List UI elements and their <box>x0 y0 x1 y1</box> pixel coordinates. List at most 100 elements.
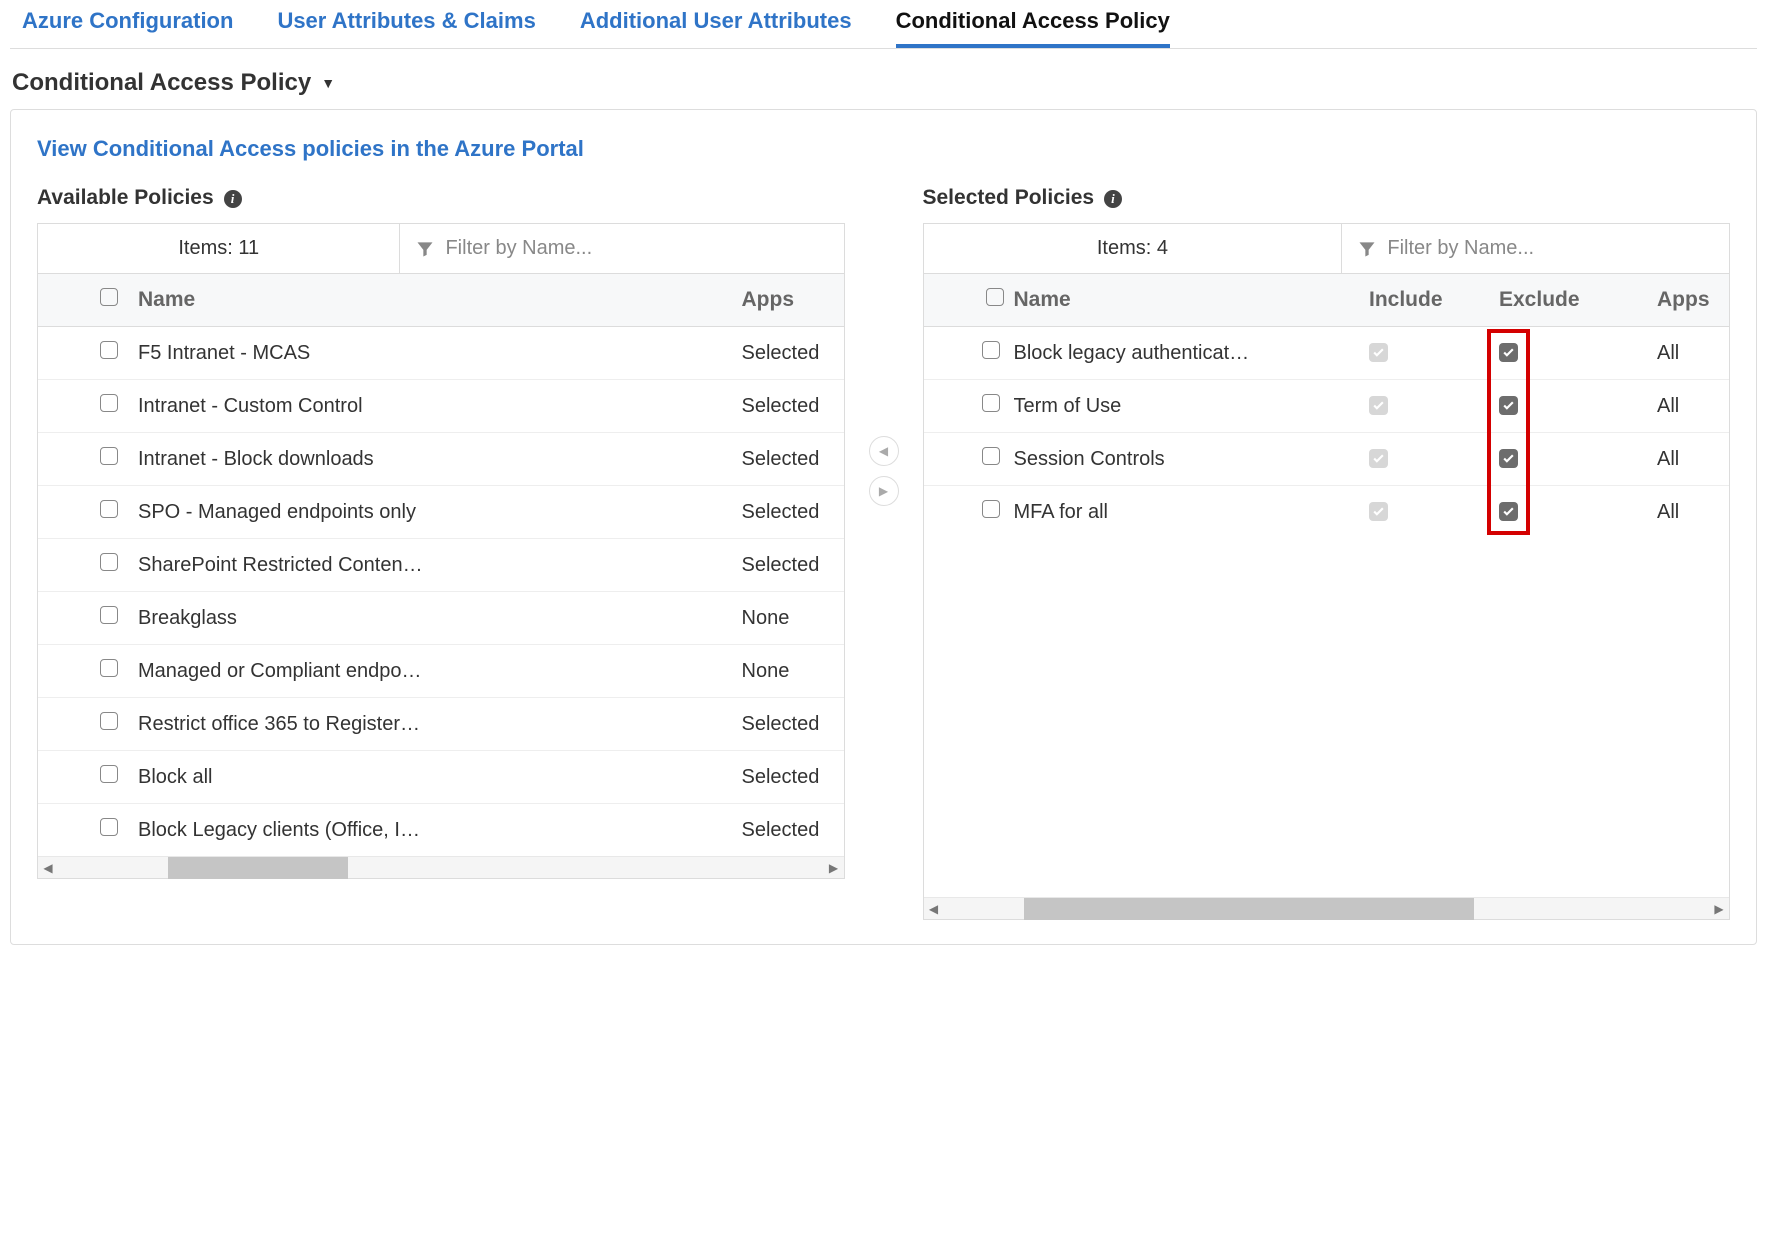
available-heading: Available Policies i <box>37 186 845 210</box>
selected-header-include[interactable]: Include <box>1369 274 1499 326</box>
row-checkbox[interactable] <box>982 341 1000 359</box>
exclude-checkbox[interactable] <box>1499 343 1518 362</box>
scroll-thumb[interactable] <box>1024 898 1474 920</box>
tab-user-attributes-claims[interactable]: User Attributes & Claims <box>277 0 535 48</box>
table-row[interactable]: Intranet - Custom Control Selected <box>38 380 844 433</box>
row-checkbox[interactable] <box>100 818 118 836</box>
scroll-right-icon[interactable]: ▶ <box>1709 902 1729 916</box>
policy-apps: Selected <box>734 381 844 432</box>
available-table-body: F5 Intranet - MCAS Selected Intranet - C… <box>38 327 844 856</box>
tab-conditional-access-policy[interactable]: Conditional Access Policy <box>896 0 1170 48</box>
selected-items-count: Items: 4 <box>924 224 1343 273</box>
move-left-button[interactable]: ◀ <box>869 436 899 466</box>
exclude-checkbox[interactable] <box>1499 449 1518 468</box>
row-checkbox[interactable] <box>100 447 118 465</box>
policy-apps: All <box>1649 381 1729 432</box>
table-row[interactable]: Session Controls All <box>924 433 1730 486</box>
selected-select-all-checkbox[interactable] <box>986 288 1004 306</box>
scroll-left-icon[interactable]: ◀ <box>38 861 58 875</box>
available-select-all-checkbox[interactable] <box>100 288 118 306</box>
available-header-apps[interactable]: Apps <box>734 274 844 326</box>
policy-name: Managed or Compliant endpo… <box>138 646 734 697</box>
table-row[interactable]: Intranet - Block downloads Selected <box>38 433 844 486</box>
transfer-buttons: ◀ ▶ <box>869 186 899 506</box>
available-heading-text: Available Policies <box>37 186 214 209</box>
selected-table-body: Block legacy authenticat… All Term of Us… <box>924 327 1730 897</box>
table-row[interactable]: MFA for all All <box>924 486 1730 538</box>
selected-header-apps[interactable]: Apps <box>1649 274 1729 326</box>
policy-apps: None <box>734 593 844 644</box>
available-hscrollbar[interactable]: ◀ ▶ <box>38 856 844 878</box>
policy-name: Block Legacy clients (Office, I… <box>138 805 734 856</box>
selected-hscrollbar[interactable]: ◀ ▶ <box>924 897 1730 919</box>
include-checkbox <box>1369 396 1388 415</box>
row-checkbox[interactable] <box>982 447 1000 465</box>
tab-azure-configuration[interactable]: Azure Configuration <box>22 0 233 48</box>
policy-name: Block all <box>138 752 734 803</box>
table-row[interactable]: Block legacy authenticat… All <box>924 327 1730 380</box>
available-items-count: Items: 11 <box>38 224 400 273</box>
row-checkbox[interactable] <box>100 553 118 571</box>
table-row[interactable]: SPO - Managed endpoints only Selected <box>38 486 844 539</box>
scroll-thumb[interactable] <box>168 857 348 879</box>
policy-name: Intranet - Custom Control <box>138 381 734 432</box>
table-row[interactable]: SharePoint Restricted Conten… Selected <box>38 539 844 592</box>
selected-filter-input[interactable] <box>1387 237 1714 260</box>
policy-apps: None <box>734 646 844 697</box>
selected-heading: Selected Policies i <box>923 186 1731 210</box>
available-header-name[interactable]: Name <box>138 274 734 326</box>
policy-name: Term of Use <box>1014 381 1370 432</box>
row-checkbox[interactable] <box>100 606 118 624</box>
policy-apps: Selected <box>734 487 844 538</box>
table-row[interactable]: Block all Selected <box>38 751 844 804</box>
table-row[interactable]: Term of Use All <box>924 380 1730 433</box>
section-title-text: Conditional Access Policy <box>12 69 311 97</box>
policy-apps: Selected <box>734 434 844 485</box>
scroll-right-icon[interactable]: ▶ <box>824 861 844 875</box>
filter-icon <box>1357 239 1377 259</box>
tabs: Azure Configuration User Attributes & Cl… <box>10 0 1757 49</box>
policy-apps: Selected <box>734 805 844 856</box>
row-checkbox[interactable] <box>982 500 1000 518</box>
tab-additional-user-attributes[interactable]: Additional User Attributes <box>580 0 852 48</box>
policy-name: Session Controls <box>1014 434 1370 485</box>
row-checkbox[interactable] <box>100 712 118 730</box>
policy-apps: All <box>1649 434 1729 485</box>
row-checkbox[interactable] <box>100 765 118 783</box>
exclude-checkbox[interactable] <box>1499 396 1518 415</box>
available-filter-input[interactable] <box>445 237 828 260</box>
include-checkbox <box>1369 502 1388 521</box>
row-checkbox[interactable] <box>100 659 118 677</box>
exclude-checkbox[interactable] <box>1499 502 1518 521</box>
info-icon[interactable]: i <box>224 190 242 208</box>
policy-name: SharePoint Restricted Conten… <box>138 540 734 591</box>
view-policies-link[interactable]: View Conditional Access policies in the … <box>37 136 584 162</box>
scroll-left-icon[interactable]: ◀ <box>924 902 944 916</box>
include-checkbox <box>1369 343 1388 362</box>
selected-policies: Selected Policies i Items: 4 Name Includ… <box>923 186 1731 920</box>
table-row[interactable]: Block Legacy clients (Office, I… Selecte… <box>38 804 844 856</box>
panel: View Conditional Access policies in the … <box>10 109 1757 945</box>
selected-header-name[interactable]: Name <box>1014 274 1370 326</box>
available-policies: Available Policies i Items: 11 Name Apps <box>37 186 845 879</box>
move-right-button[interactable]: ▶ <box>869 476 899 506</box>
policy-apps: All <box>1649 328 1729 379</box>
policy-name: Block legacy authenticat… <box>1014 328 1370 379</box>
section-title[interactable]: Conditional Access Policy ▼ <box>12 69 1757 97</box>
policy-apps: Selected <box>734 540 844 591</box>
policy-name: Breakglass <box>138 593 734 644</box>
row-checkbox[interactable] <box>982 394 1000 412</box>
row-checkbox[interactable] <box>100 394 118 412</box>
table-row[interactable]: Breakglass None <box>38 592 844 645</box>
filter-icon <box>415 239 435 259</box>
policy-name: Restrict office 365 to Register… <box>138 699 734 750</box>
table-row[interactable]: Managed or Compliant endpo… None <box>38 645 844 698</box>
table-row[interactable]: Restrict office 365 to Register… Selecte… <box>38 698 844 751</box>
table-row[interactable]: F5 Intranet - MCAS Selected <box>38 327 844 380</box>
caret-down-icon: ▼ <box>321 75 335 91</box>
selected-header-exclude[interactable]: Exclude <box>1499 274 1649 326</box>
info-icon[interactable]: i <box>1104 190 1122 208</box>
row-checkbox[interactable] <box>100 500 118 518</box>
row-checkbox[interactable] <box>100 341 118 359</box>
policy-name: SPO - Managed endpoints only <box>138 487 734 538</box>
